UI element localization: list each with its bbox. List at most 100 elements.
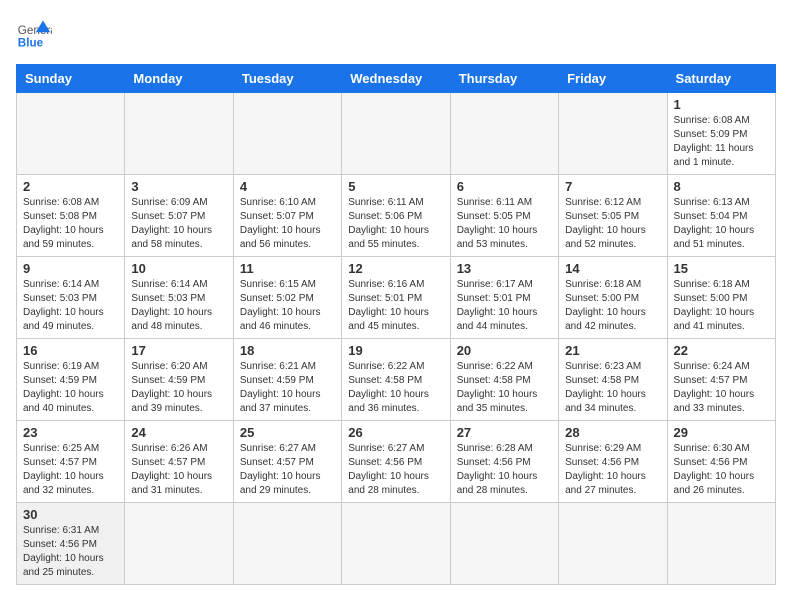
day-number: 17	[131, 343, 226, 358]
day-number: 11	[240, 261, 335, 276]
calendar-week-row: 16 Sunrise: 6:19 AM Sunset: 4:59 PM Dayli…	[17, 339, 776, 421]
day-number: 30	[23, 507, 118, 522]
day-info: Sunrise: 6:27 AM Sunset: 4:57 PM Dayligh…	[240, 442, 335, 498]
calendar-header-row: SundayMondayTuesdayWednesdayThursdayFrid…	[17, 65, 776, 93]
day-number: 14	[565, 261, 660, 276]
day-number: 4	[240, 179, 335, 194]
calendar-body: 1 Sunrise: 6:08 AM Sunset: 5:09 PM Daylig…	[17, 93, 776, 585]
weekday-header: Thursday	[450, 65, 558, 93]
weekday-header: Saturday	[667, 65, 775, 93]
day-info: Sunrise: 6:26 AM Sunset: 4:57 PM Dayligh…	[131, 442, 226, 498]
day-number: 20	[457, 343, 552, 358]
calendar-cell	[667, 503, 775, 585]
day-info: Sunrise: 6:08 AM Sunset: 5:08 PM Dayligh…	[23, 196, 118, 252]
day-number: 15	[674, 261, 769, 276]
day-number: 25	[240, 425, 335, 440]
day-info: Sunrise: 6:28 AM Sunset: 4:56 PM Dayligh…	[457, 442, 552, 498]
day-number: 23	[23, 425, 118, 440]
logo: General Blue	[16, 16, 52, 52]
calendar-cell: 11Sunrise: 6:15 AM Sunset: 5:02 PM Dayli…	[233, 257, 341, 339]
calendar-cell	[125, 93, 233, 175]
day-number: 12	[348, 261, 443, 276]
day-number: 27	[457, 425, 552, 440]
calendar-cell: 21 Sunrise: 6:23 AM Sunset: 4:58 PM Dayli…	[559, 339, 667, 421]
calendar-cell: 12 Sunrise: 6:16 AM Sunset: 5:01 PM Dayli…	[342, 257, 450, 339]
day-number: 3	[131, 179, 226, 194]
day-number: 7	[565, 179, 660, 194]
day-info: Sunrise: 6:22 AM Sunset: 4:58 PM Dayligh…	[348, 360, 443, 416]
calendar-cell: 6 Sunrise: 6:11 AM Sunset: 5:05 PM Daylig…	[450, 175, 558, 257]
calendar-cell: 24 Sunrise: 6:26 AM Sunset: 4:57 PM Dayli…	[125, 421, 233, 503]
day-info: Sunrise: 6:11 AM Sunset: 5:06 PM Dayligh…	[348, 196, 443, 252]
day-info: Sunrise: 6:18 AM Sunset: 5:00 PM Dayligh…	[565, 278, 660, 334]
day-number: 2	[23, 179, 118, 194]
weekday-header: Monday	[125, 65, 233, 93]
day-info: Sunrise: 6:14 AM Sunset: 5:03 PM Dayligh…	[131, 278, 226, 334]
day-number: 29	[674, 425, 769, 440]
day-number: 6	[457, 179, 552, 194]
calendar-cell: 23Sunrise: 6:25 AM Sunset: 4:57 PM Dayli…	[17, 421, 125, 503]
day-number: 1	[674, 97, 769, 112]
day-info: Sunrise: 6:17 AM Sunset: 5:01 PM Dayligh…	[457, 278, 552, 334]
day-info: Sunrise: 6:30 AM Sunset: 4:56 PM Dayligh…	[674, 442, 769, 498]
calendar-cell: 15 Sunrise: 6:18 AM Sunset: 5:00 PM Dayli…	[667, 257, 775, 339]
calendar-cell	[342, 503, 450, 585]
day-number: 16	[23, 343, 118, 358]
calendar-cell: 29 Sunrise: 6:30 AM Sunset: 4:56 PM Dayli…	[667, 421, 775, 503]
calendar-week-row: 2 Sunrise: 6:08 AM Sunset: 5:08 PM Daylig…	[17, 175, 776, 257]
day-number: 21	[565, 343, 660, 358]
weekday-header: Sunday	[17, 65, 125, 93]
day-number: 22	[674, 343, 769, 358]
calendar-cell	[450, 93, 558, 175]
calendar-cell: 30 Sunrise: 6:31 AM Sunset: 4:56 PM Dayli…	[17, 503, 125, 585]
day-info: Sunrise: 6:20 AM Sunset: 4:59 PM Dayligh…	[131, 360, 226, 416]
calendar-week-row: 1 Sunrise: 6:08 AM Sunset: 5:09 PM Daylig…	[17, 93, 776, 175]
calendar-cell: 27 Sunrise: 6:28 AM Sunset: 4:56 PM Dayli…	[450, 421, 558, 503]
calendar-cell: 25 Sunrise: 6:27 AM Sunset: 4:57 PM Dayli…	[233, 421, 341, 503]
day-info: Sunrise: 6:24 AM Sunset: 4:57 PM Dayligh…	[674, 360, 769, 416]
calendar-cell: 4 Sunrise: 6:10 AM Sunset: 5:07 PM Daylig…	[233, 175, 341, 257]
day-info: Sunrise: 6:10 AM Sunset: 5:07 PM Dayligh…	[240, 196, 335, 252]
header: General Blue	[16, 16, 776, 52]
calendar-cell: 2 Sunrise: 6:08 AM Sunset: 5:08 PM Daylig…	[17, 175, 125, 257]
calendar-week-row: 9Sunrise: 6:14 AM Sunset: 5:03 PM Daylig…	[17, 257, 776, 339]
day-info: Sunrise: 6:09 AM Sunset: 5:07 PM Dayligh…	[131, 196, 226, 252]
calendar-cell	[559, 503, 667, 585]
calendar-cell	[125, 503, 233, 585]
calendar-cell: 26Sunrise: 6:27 AM Sunset: 4:56 PM Dayli…	[342, 421, 450, 503]
calendar-cell: 19 Sunrise: 6:22 AM Sunset: 4:58 PM Dayli…	[342, 339, 450, 421]
weekday-header: Tuesday	[233, 65, 341, 93]
calendar-cell	[17, 93, 125, 175]
day-info: Sunrise: 6:08 AM Sunset: 5:09 PM Dayligh…	[674, 114, 769, 170]
calendar-cell: 5 Sunrise: 6:11 AM Sunset: 5:06 PM Daylig…	[342, 175, 450, 257]
day-info: Sunrise: 6:14 AM Sunset: 5:03 PM Dayligh…	[23, 278, 118, 334]
day-info: Sunrise: 6:18 AM Sunset: 5:00 PM Dayligh…	[674, 278, 769, 334]
calendar-cell: 28Sunrise: 6:29 AM Sunset: 4:56 PM Dayli…	[559, 421, 667, 503]
calendar-cell: 1 Sunrise: 6:08 AM Sunset: 5:09 PM Daylig…	[667, 93, 775, 175]
day-number: 13	[457, 261, 552, 276]
svg-text:Blue: Blue	[18, 37, 44, 50]
calendar-cell: 13 Sunrise: 6:17 AM Sunset: 5:01 PM Dayli…	[450, 257, 558, 339]
calendar-cell	[559, 93, 667, 175]
calendar-week-row: 30 Sunrise: 6:31 AM Sunset: 4:56 PM Dayli…	[17, 503, 776, 585]
calendar-cell: 17 Sunrise: 6:20 AM Sunset: 4:59 PM Dayli…	[125, 339, 233, 421]
day-info: Sunrise: 6:11 AM Sunset: 5:05 PM Dayligh…	[457, 196, 552, 252]
day-number: 18	[240, 343, 335, 358]
day-info: Sunrise: 6:23 AM Sunset: 4:58 PM Dayligh…	[565, 360, 660, 416]
day-info: Sunrise: 6:31 AM Sunset: 4:56 PM Dayligh…	[23, 524, 118, 580]
day-number: 19	[348, 343, 443, 358]
calendar-cell: 10Sunrise: 6:14 AM Sunset: 5:03 PM Dayli…	[125, 257, 233, 339]
calendar-cell	[450, 503, 558, 585]
day-info: Sunrise: 6:16 AM Sunset: 5:01 PM Dayligh…	[348, 278, 443, 334]
calendar-cell: 8Sunrise: 6:13 AM Sunset: 5:04 PM Daylig…	[667, 175, 775, 257]
day-info: Sunrise: 6:19 AM Sunset: 4:59 PM Dayligh…	[23, 360, 118, 416]
calendar-cell: 18 Sunrise: 6:21 AM Sunset: 4:59 PM Dayli…	[233, 339, 341, 421]
calendar-cell	[233, 93, 341, 175]
day-number: 5	[348, 179, 443, 194]
calendar-cell: 3 Sunrise: 6:09 AM Sunset: 5:07 PM Daylig…	[125, 175, 233, 257]
day-number: 24	[131, 425, 226, 440]
day-info: Sunrise: 6:21 AM Sunset: 4:59 PM Dayligh…	[240, 360, 335, 416]
calendar-cell: 7Sunrise: 6:12 AM Sunset: 5:05 PM Daylig…	[559, 175, 667, 257]
day-info: Sunrise: 6:13 AM Sunset: 5:04 PM Dayligh…	[674, 196, 769, 252]
calendar-cell: 22 Sunrise: 6:24 AM Sunset: 4:57 PM Dayli…	[667, 339, 775, 421]
